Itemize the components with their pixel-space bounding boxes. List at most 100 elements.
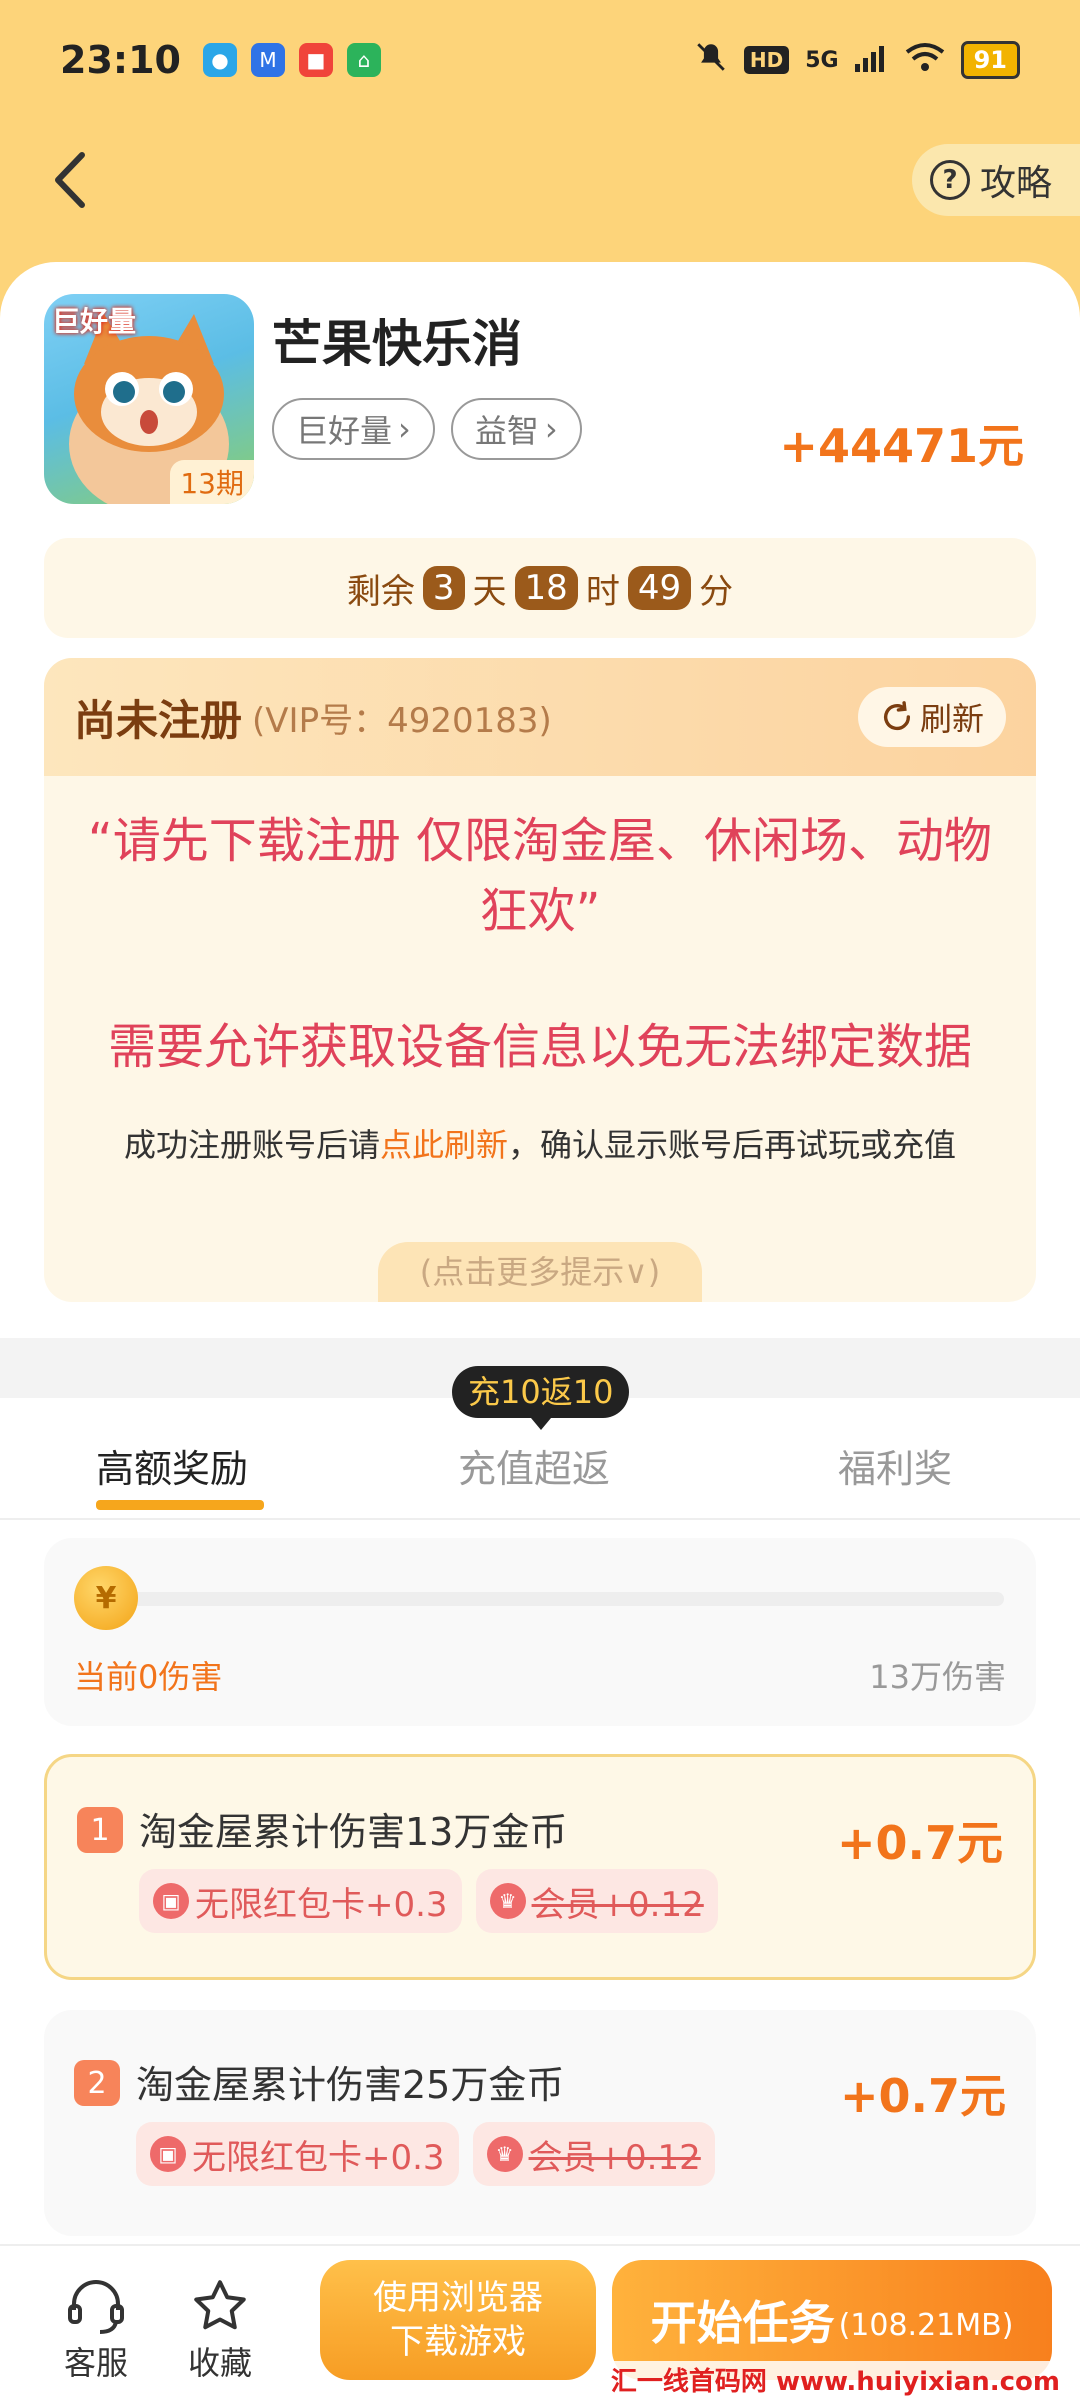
- permission-notice: 需要允许获取设备信息以免无法绑定数据: [107, 1019, 972, 1075]
- tag-hot[interactable]: 巨好量 ›: [272, 398, 435, 460]
- service-label: 客服: [64, 2344, 129, 2382]
- app-notification-1-icon: ●: [202, 43, 237, 77]
- main-card: 巨好量 13期 芒果快乐消 巨好量 › 益智 › +44471元 剩余 3 天 …: [0, 262, 1080, 2400]
- task-amount: +0.7元: [839, 2069, 1006, 2123]
- favorite-label: 收藏: [188, 2344, 253, 2382]
- coin-icon: ¥: [74, 1566, 138, 1630]
- countdown-hours: 18: [514, 566, 578, 610]
- red-packet-icon: ▣: [150, 2136, 186, 2172]
- nav-bar: ? 攻略: [0, 130, 1080, 230]
- game-tags: 巨好量 › 益智 ›: [272, 398, 582, 460]
- status-time: 23:10: [60, 38, 181, 82]
- tab-welfare[interactable]: 福利奖: [838, 1438, 952, 1493]
- vip-bonus-label: 会员+0.12: [528, 2137, 701, 2178]
- wifi-icon: [905, 42, 945, 79]
- red-packet-bonus-label: 无限红包卡+0.3: [195, 1884, 448, 1925]
- progress-track: [108, 1592, 1004, 1606]
- status-bar: 23:10 ● M ■ ⌂ HD 5G 91: [0, 0, 1080, 120]
- red-packet-bonus: ▣ 无限红包卡+0.3: [139, 1869, 462, 1933]
- refresh-icon: [883, 701, 911, 731]
- headset-icon: [68, 2280, 124, 2334]
- browser-download-line2: 下载游戏: [390, 2322, 526, 2362]
- countdown-minutes: 49: [627, 566, 692, 610]
- download-size: (108.21MB): [838, 2307, 1014, 2343]
- refresh-button[interactable]: 刷新: [857, 687, 1006, 747]
- countdown-days-unit: 天: [472, 571, 507, 612]
- task-number: 1: [77, 1807, 123, 1853]
- red-packet-icon: ▣: [153, 1883, 189, 1919]
- countdown-hours-unit: 时: [585, 571, 620, 612]
- period-badge: 13期: [170, 460, 254, 504]
- status-indicators: HD 5G 91: [694, 40, 1020, 81]
- chevron-right-icon: ›: [544, 410, 558, 448]
- app-notification-4-icon: ⌂: [346, 43, 381, 77]
- guide-button[interactable]: ? 攻略: [911, 144, 1080, 216]
- favorite-button[interactable]: 收藏: [188, 2274, 252, 2384]
- registration-card: 尚未注册 (VIP号：4920183) 刷新 “请先下载注册 仅限淘金屋、休闲场…: [44, 658, 1036, 1302]
- crown-icon: ♛: [486, 2136, 523, 2172]
- tag-hot-label: 巨好量: [296, 412, 393, 450]
- icon-tag: 巨好量: [52, 305, 137, 338]
- tip-prefix: 成功注册账号后请: [123, 1126, 380, 1164]
- star-icon: [194, 2280, 246, 2330]
- tag-puzzle-label: 益智: [474, 412, 539, 450]
- current-damage: 当前0伤害: [74, 1658, 223, 1696]
- refresh-label: 刷新: [919, 700, 984, 738]
- more-hints-button[interactable]: (点击更多提示∨): [378, 1242, 702, 1302]
- help-icon: ?: [929, 160, 970, 200]
- vip-number: (VIP号：4920183): [252, 700, 552, 741]
- download-notice: “请先下载注册 仅限淘金屋、休闲场、动物狂欢”: [87, 813, 993, 939]
- registration-status: 尚未注册: [74, 695, 243, 745]
- browser-download-button[interactable]: 使用浏览器 下载游戏: [320, 2260, 596, 2380]
- task-title: 淘金屋累计伤害13万金币: [139, 1810, 568, 1854]
- reward-tabs: 高额奖励 充值超返 福利奖 充10返10: [0, 1366, 1080, 1520]
- battery-indicator: 91: [960, 41, 1020, 79]
- recharge-badge: 充10返10: [452, 1366, 630, 1430]
- task-card[interactable]: 1 淘金屋累计伤害13万金币 +0.7元 ▣ 无限红包卡+0.3 ♛ 会员+0.…: [44, 1754, 1036, 1980]
- red-packet-bonus-label: 无限红包卡+0.3: [192, 2137, 445, 2178]
- app-notification-3-icon: ■: [298, 43, 333, 77]
- tab-high-reward[interactable]: 高额奖励: [96, 1438, 248, 1493]
- tip-refresh-link[interactable]: 点此刷新: [380, 1126, 508, 1164]
- chevron-left-icon: [55, 152, 85, 208]
- vip-bonus-label: 会员+0.12: [531, 1884, 704, 1925]
- countdown-days: 3: [422, 566, 465, 610]
- task-amount: +0.7元: [836, 1816, 1003, 1870]
- registration-header: 尚未注册 (VIP号：4920183) 刷新: [44, 658, 1036, 776]
- registration-tip: 成功注册账号后请点此刷新，确认显示账号后再试玩或充值: [44, 1120, 1036, 1166]
- task-bonuses: ▣ 无限红包卡+0.3 ♛ 会员+0.12: [139, 1869, 718, 1933]
- game-header: 巨好量 13期 芒果快乐消 巨好量 › 益智 › +44471元: [44, 294, 1034, 504]
- crown-icon: ♛: [489, 1883, 526, 1919]
- bottom-action-bar: 客服 收藏 使用浏览器 下载游戏 开始任务 (108.21MB) 汇一线首码网 …: [0, 2244, 1080, 2400]
- game-name: 芒果快乐消: [272, 315, 522, 373]
- chevron-right-icon: ›: [398, 410, 411, 448]
- red-packet-bonus: ▣ 无限红包卡+0.3: [136, 2122, 459, 2186]
- target-damage: 13万伤害: [869, 1658, 1006, 1696]
- task-number: 2: [74, 2060, 120, 2106]
- active-tab-indicator: [96, 1500, 264, 1510]
- hd-icon: HD: [743, 46, 790, 74]
- tag-puzzle[interactable]: 益智 ›: [450, 398, 582, 460]
- task-bonuses: ▣ 无限红包卡+0.3 ♛ 会员+0.12: [136, 2122, 715, 2186]
- app-notification-2-icon: M: [250, 43, 285, 77]
- tab-recharge-return[interactable]: 充值超返: [458, 1438, 610, 1493]
- damage-progress: ¥ 当前0伤害 13万伤害: [44, 1538, 1036, 1726]
- mute-icon: [694, 40, 728, 81]
- start-task-label: 开始任务: [650, 2296, 835, 2350]
- tip-suffix: ，确认显示账号后再试玩或充值: [508, 1126, 957, 1164]
- vip-bonus: ♛ 会员+0.12: [472, 2122, 715, 2186]
- countdown-minutes-unit: 分: [699, 571, 734, 612]
- customer-service-button[interactable]: 客服: [64, 2274, 128, 2384]
- game-icon: 巨好量 13期: [44, 294, 254, 504]
- vip-bonus: ♛ 会员+0.12: [475, 1869, 718, 1933]
- back-button[interactable]: [40, 150, 100, 210]
- guide-label: 攻略: [979, 163, 1052, 204]
- game-reward: +44471元: [779, 419, 1024, 473]
- browser-download-line1: 使用浏览器: [373, 2278, 543, 2318]
- countdown-prefix: 剩余: [346, 571, 415, 612]
- task-title: 淘金屋累计伤害25万金币: [136, 2063, 565, 2107]
- watermark: 汇一线首码网 www.huiyixian.com: [610, 2361, 1060, 2398]
- task-card[interactable]: 2 淘金屋累计伤害25万金币 +0.7元 ▣ 无限红包卡+0.3 ♛ 会员+0.…: [44, 2010, 1036, 2236]
- network-label: 5G: [805, 47, 839, 73]
- signal-icon: [854, 42, 889, 79]
